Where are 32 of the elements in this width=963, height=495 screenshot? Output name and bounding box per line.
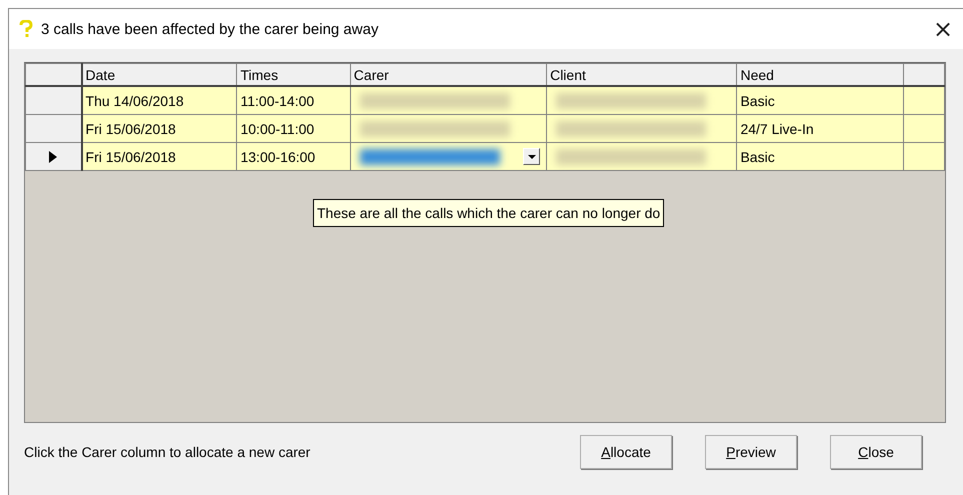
- dropdown-button[interactable]: [523, 148, 540, 165]
- row-pointer-icon: [49, 150, 57, 162]
- column-header: Need: [736, 64, 904, 86]
- dialog-button[interactable]: Allocate: [580, 435, 672, 469]
- dialog-button[interactable]: Preview: [705, 435, 797, 469]
- table-cell: 24/7 Live-In: [736, 114, 904, 142]
- table-cell: [903, 142, 944, 170]
- table-cell: Thu 14/06/2018: [82, 86, 237, 114]
- table-cell: Basic: [736, 142, 904, 170]
- table-cell: 13:00-16:00: [236, 142, 350, 170]
- column-header: Date: [82, 64, 237, 86]
- table-cell: [903, 86, 944, 114]
- row-selector[interactable]: [26, 86, 82, 114]
- table-cell: [903, 114, 944, 142]
- caret-icon: [528, 154, 536, 158]
- close-button[interactable]: ×: [933, 18, 953, 40]
- question-icon: [19, 20, 33, 38]
- tooltip: These are all the calls which the carer can no longer do: [313, 199, 664, 227]
- table-cell: 10:00-11:00: [236, 114, 350, 142]
- column-header: Times: [236, 64, 350, 86]
- hint-text: Click the Carer column to allocate a new carer: [24, 444, 310, 460]
- table-cell: Basic: [736, 86, 904, 114]
- column-header: Client: [546, 64, 737, 86]
- row-selector[interactable]: [26, 142, 82, 170]
- table-cell: 11:00-14:00: [236, 86, 350, 114]
- table-cell: Fri 15/06/2018: [82, 142, 237, 170]
- column-header: Carer: [350, 64, 547, 86]
- row-header: [26, 64, 82, 86]
- table-cell: Fri 15/06/2018: [82, 114, 237, 142]
- window-title: 3 calls have been affected by the carer being away: [41, 20, 380, 38]
- dialog-button[interactable]: Close: [830, 435, 922, 469]
- column-header: [903, 64, 944, 86]
